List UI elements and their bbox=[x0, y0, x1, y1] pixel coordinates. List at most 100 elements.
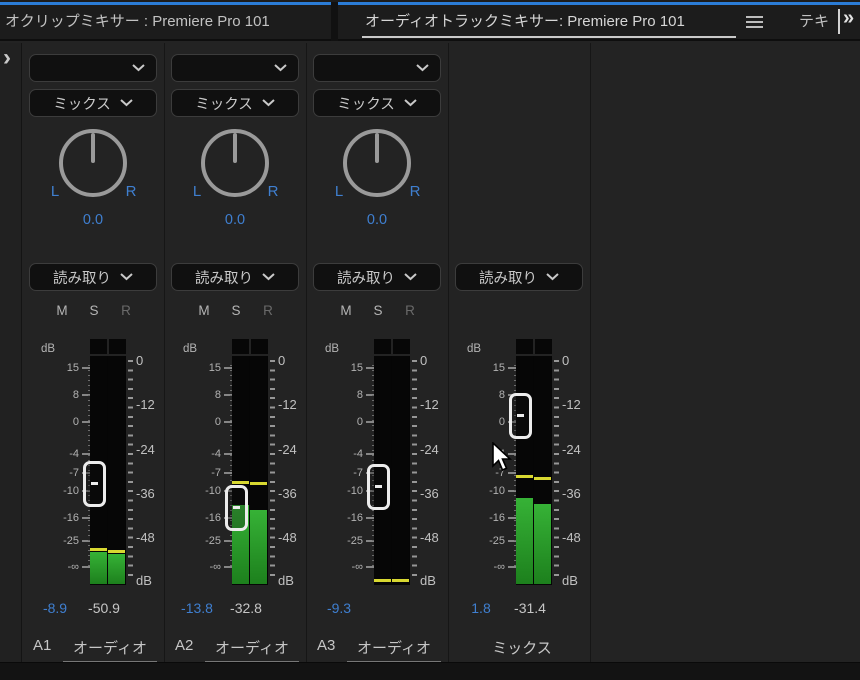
pan-value[interactable]: 0.0 bbox=[63, 212, 123, 228]
fader-handle[interactable] bbox=[225, 485, 248, 531]
clip-indicator[interactable] bbox=[109, 339, 126, 354]
track-name-field[interactable]: オーディオ bbox=[205, 637, 299, 662]
record-arm-button[interactable]: R bbox=[401, 303, 419, 318]
pan-knob-pointer bbox=[91, 133, 95, 163]
pan-value[interactable]: 0.0 bbox=[347, 212, 407, 228]
channel-strip-a1: ミックス L R 0.0 読み取り M S R dB1580-4-7-10-16… bbox=[23, 43, 165, 662]
fader-scale-label: 15 bbox=[39, 362, 79, 374]
record-arm-button[interactable]: R bbox=[259, 303, 277, 318]
track-id: A1 bbox=[33, 637, 51, 654]
meter-channel bbox=[392, 356, 409, 585]
meter-channel bbox=[516, 356, 533, 585]
solo-button[interactable]: S bbox=[369, 303, 387, 318]
pan-knob[interactable] bbox=[59, 129, 127, 197]
track-name-field[interactable]: オーディオ bbox=[347, 637, 441, 662]
tab-audio-clip-mixer[interactable]: オクリップミキサー : Premiere Pro 101 bbox=[5, 0, 329, 41]
value-readouts: -8.9 -50.9 bbox=[23, 600, 165, 620]
pan-value[interactable]: 0.0 bbox=[205, 212, 265, 228]
meter-channel bbox=[534, 356, 551, 585]
automation-mode-dropdown[interactable]: 読み取り bbox=[313, 263, 441, 291]
mute-button[interactable]: M bbox=[195, 303, 213, 318]
tab-overflow-icon[interactable]: » bbox=[843, 7, 854, 30]
clip-indicator[interactable] bbox=[251, 339, 268, 354]
panel-menu-icon[interactable] bbox=[746, 16, 763, 29]
pan-left-label: L bbox=[187, 183, 207, 200]
value-readouts: 1.8 -31.4 bbox=[449, 600, 591, 620]
chevron-down-icon bbox=[274, 64, 287, 72]
mute-button[interactable]: M bbox=[337, 303, 355, 318]
channel-strip-a2: ミックス L R 0.0 読み取り M S R dB1580-4-7-10-16… bbox=[165, 43, 307, 662]
chevron-down-icon bbox=[120, 273, 133, 281]
fader-meter-area: dB1580-4-7-10-16-25-∞0-12-24-36-48dB bbox=[449, 337, 591, 595]
meter-channel bbox=[250, 356, 267, 585]
fader-value[interactable]: -9.3 bbox=[309, 600, 369, 616]
meter-scale-label: 0 bbox=[278, 353, 310, 368]
fader-scale-label: 8 bbox=[465, 389, 505, 401]
expand-panel-icon[interactable]: › bbox=[3, 47, 11, 69]
fader-handle[interactable] bbox=[509, 393, 532, 439]
input-assign-dropdown[interactable] bbox=[29, 54, 157, 82]
input-assign-dropdown[interactable] bbox=[171, 54, 299, 82]
input-assign-dropdown[interactable] bbox=[313, 54, 441, 82]
solo-button[interactable]: S bbox=[85, 303, 103, 318]
automation-mode-dropdown[interactable]: 読み取り bbox=[171, 263, 299, 291]
clip-indicator[interactable] bbox=[535, 339, 552, 354]
fader-scale-label: -16 bbox=[323, 512, 363, 524]
fader-scale-label: -∞ bbox=[323, 561, 363, 573]
meter-peak-value: -31.4 bbox=[497, 600, 563, 616]
output-assign-dropdown[interactable]: ミックス bbox=[29, 89, 157, 117]
automation-mode-dropdown[interactable]: 読み取り bbox=[29, 263, 157, 291]
level-meter bbox=[516, 356, 552, 585]
fader-scale-label: -25 bbox=[181, 535, 221, 547]
meter-channel bbox=[232, 356, 249, 585]
fader-scale-label: 0 bbox=[181, 416, 221, 428]
fader-scale-label: 8 bbox=[181, 389, 221, 401]
fader-handle[interactable] bbox=[83, 461, 106, 507]
fader-scale-label: -∞ bbox=[181, 561, 221, 573]
channel-strip-a3: ミックス L R 0.0 読み取り M S R dB1580-4-7-10-16… bbox=[307, 43, 449, 662]
fader-handle[interactable] bbox=[367, 464, 390, 510]
fader-scale-label: -16 bbox=[181, 512, 221, 524]
pan-knob[interactable] bbox=[343, 129, 411, 197]
clip-indicator[interactable] bbox=[232, 339, 249, 354]
level-meter bbox=[232, 356, 268, 585]
record-arm-button[interactable]: R bbox=[117, 303, 135, 318]
track-name-field[interactable]: オーディオ bbox=[63, 637, 157, 662]
fader-scale-label: -16 bbox=[39, 512, 79, 524]
track-name-field[interactable]: ミックス bbox=[475, 637, 569, 661]
output-assign-dropdown[interactable]: ミックス bbox=[171, 89, 299, 117]
clip-indicator[interactable] bbox=[516, 339, 533, 354]
meter-scale-label: -48 bbox=[278, 530, 310, 545]
fader-scale-label: -10 bbox=[181, 485, 221, 497]
fader-scale-label: -7 bbox=[465, 467, 505, 479]
active-tab-underline bbox=[362, 36, 736, 38]
mute-button[interactable]: M bbox=[53, 303, 71, 318]
output-assign-label: ミックス bbox=[195, 93, 253, 114]
fader-meter-area: dB1580-4-7-10-16-25-∞0-12-24-36-48dB bbox=[307, 337, 449, 595]
solo-button[interactable]: S bbox=[227, 303, 245, 318]
automation-mode-label: 読み取り bbox=[337, 267, 395, 288]
meter-tick-column bbox=[412, 360, 417, 583]
chevron-down-icon bbox=[404, 273, 417, 281]
value-readouts: -9.3 bbox=[307, 600, 449, 620]
output-assign-dropdown[interactable]: ミックス bbox=[313, 89, 441, 117]
pan-knob[interactable] bbox=[201, 129, 269, 197]
meter-scale-label: -12 bbox=[278, 397, 310, 412]
pan-knob-pointer bbox=[233, 133, 237, 163]
clip-indicator[interactable] bbox=[90, 339, 107, 354]
peak-indicator bbox=[534, 477, 551, 480]
panel-tab-bar: オクリップミキサー : Premiere Pro 101 オーディオトラックミキ… bbox=[0, 0, 860, 41]
clip-indicator[interactable] bbox=[374, 339, 391, 354]
meter-peak-value: -32.8 bbox=[213, 600, 279, 616]
clip-indicator[interactable] bbox=[393, 339, 410, 354]
meter-scale-label: -48 bbox=[562, 530, 594, 545]
peak-indicator bbox=[392, 579, 409, 582]
tab-text-partial[interactable]: テキ bbox=[799, 0, 829, 41]
chevron-down-icon bbox=[262, 273, 275, 281]
meter-scale-label: dB bbox=[136, 573, 168, 588]
automation-mode-dropdown[interactable]: 読み取り bbox=[455, 263, 583, 291]
meter-scale-label: -36 bbox=[562, 486, 594, 501]
fader-scale-label: -25 bbox=[323, 535, 363, 547]
tab-audio-track-mixer[interactable]: オーディオトラックミキサー: Premiere Pro 101 bbox=[365, 0, 737, 41]
meter-scale-label: -24 bbox=[278, 442, 310, 457]
